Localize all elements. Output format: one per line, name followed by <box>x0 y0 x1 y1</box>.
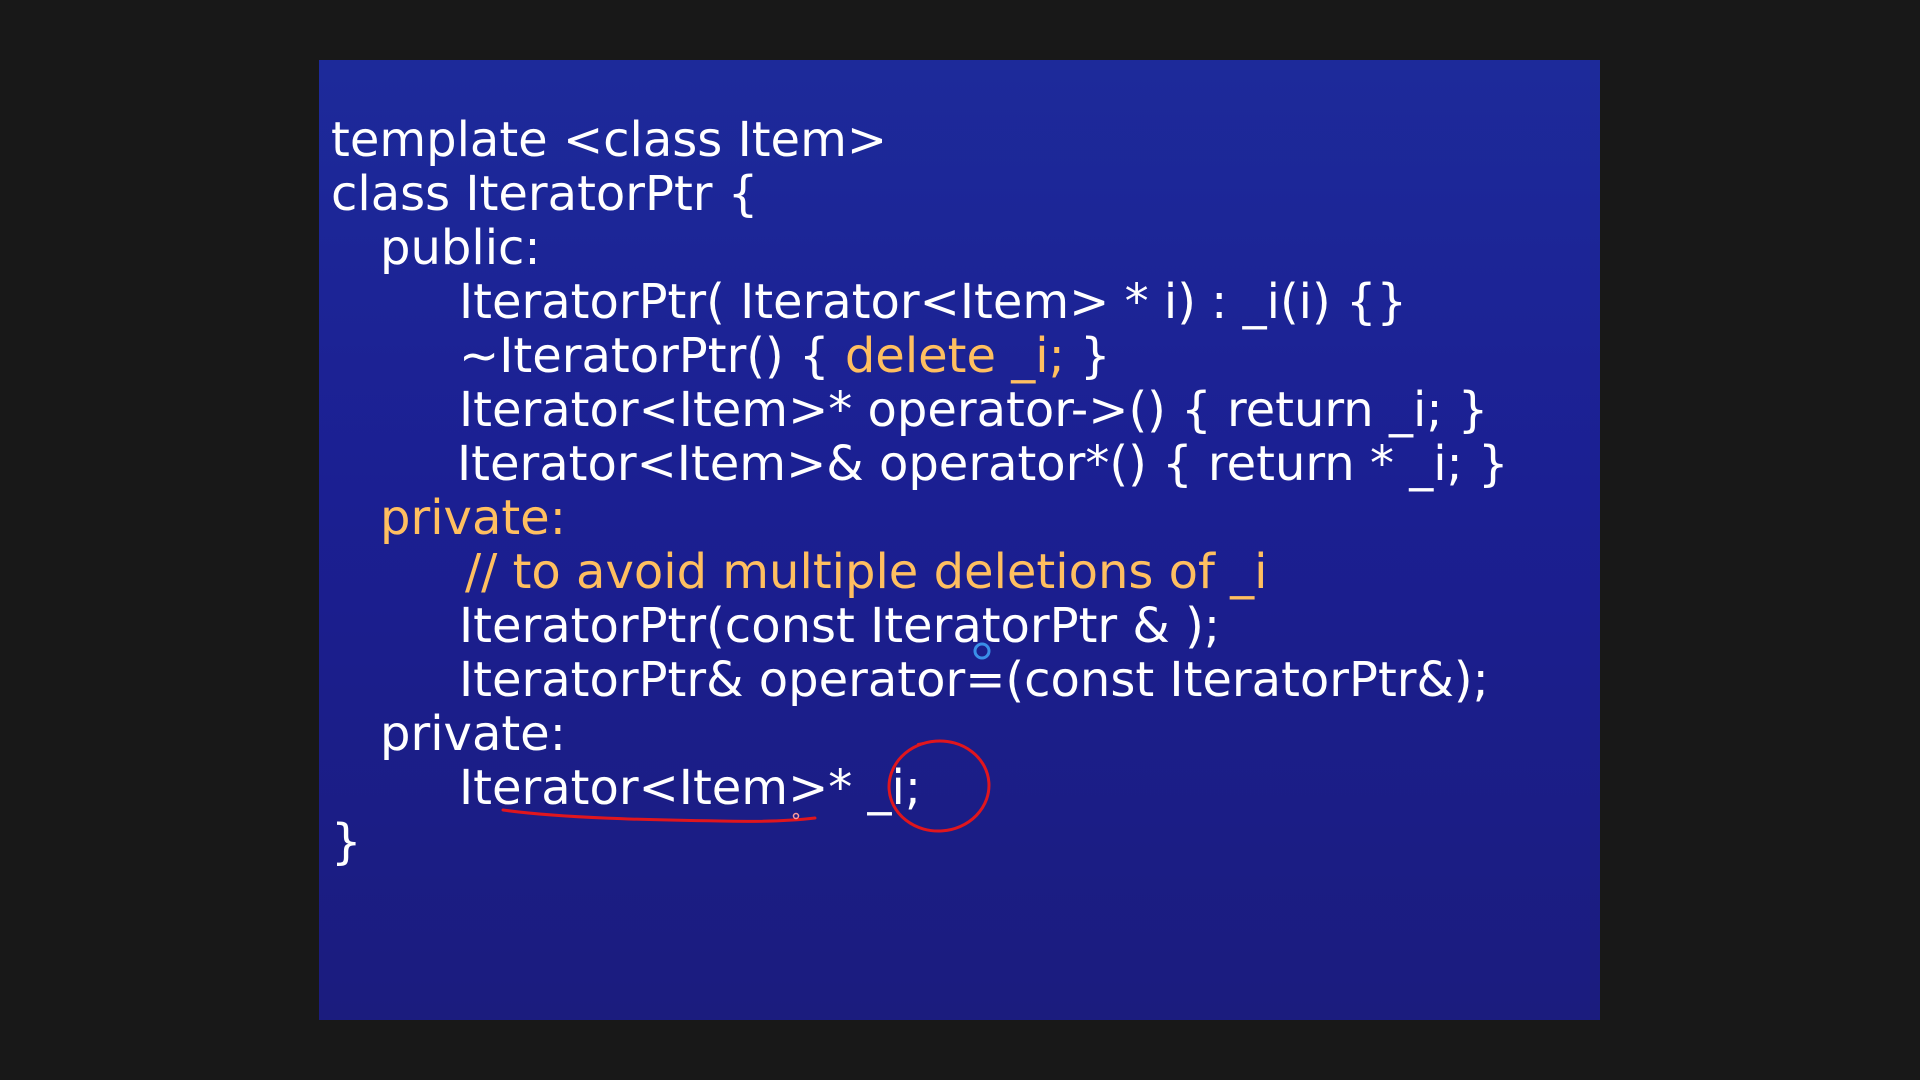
code-line-constructor: IteratorPtr( Iterator<Item> * i) : _i(i)… <box>459 274 1408 330</box>
code-line-template: template <class Item> <box>331 112 888 168</box>
code-line-destructor: ~IteratorPtr() { delete _i; } <box>459 328 1111 384</box>
code-line-private-highlight: private: <box>380 490 566 546</box>
destructor-prefix: ~IteratorPtr() { <box>459 328 845 384</box>
code-line-member: Iterator<Item>* _i; <box>459 760 921 816</box>
member-type: Iterator<Item>* <box>459 760 868 816</box>
code-line-class-decl: class IteratorPtr { <box>331 166 759 222</box>
code-line-private: private: <box>380 706 566 762</box>
code-line-arrow-operator: Iterator<Item>* operator->() { return _i… <box>459 382 1489 438</box>
code-line-assignment-operator: IteratorPtr& operator=(const IteratorPtr… <box>459 652 1489 708</box>
code-line-deref-operator: Iterator<Item>& operator*() { return * _… <box>457 436 1509 492</box>
code-line-comment: // to avoid multiple deletions of _i <box>465 544 1268 600</box>
destructor-suffix: } <box>1064 328 1111 384</box>
presentation-slide: template <class Item> class IteratorPtr … <box>319 60 1600 1020</box>
member-name-circled: _i; <box>867 760 922 816</box>
code-line-copy-constructor: IteratorPtr(const IteratorPtr & ); <box>459 598 1220 654</box>
screen: template <class Item> class IteratorPtr … <box>0 0 1920 1080</box>
code-line-public: public: <box>380 220 541 276</box>
destructor-delete-highlight: delete _i; <box>844 328 1065 384</box>
code-line-closing-brace: } <box>331 814 362 870</box>
